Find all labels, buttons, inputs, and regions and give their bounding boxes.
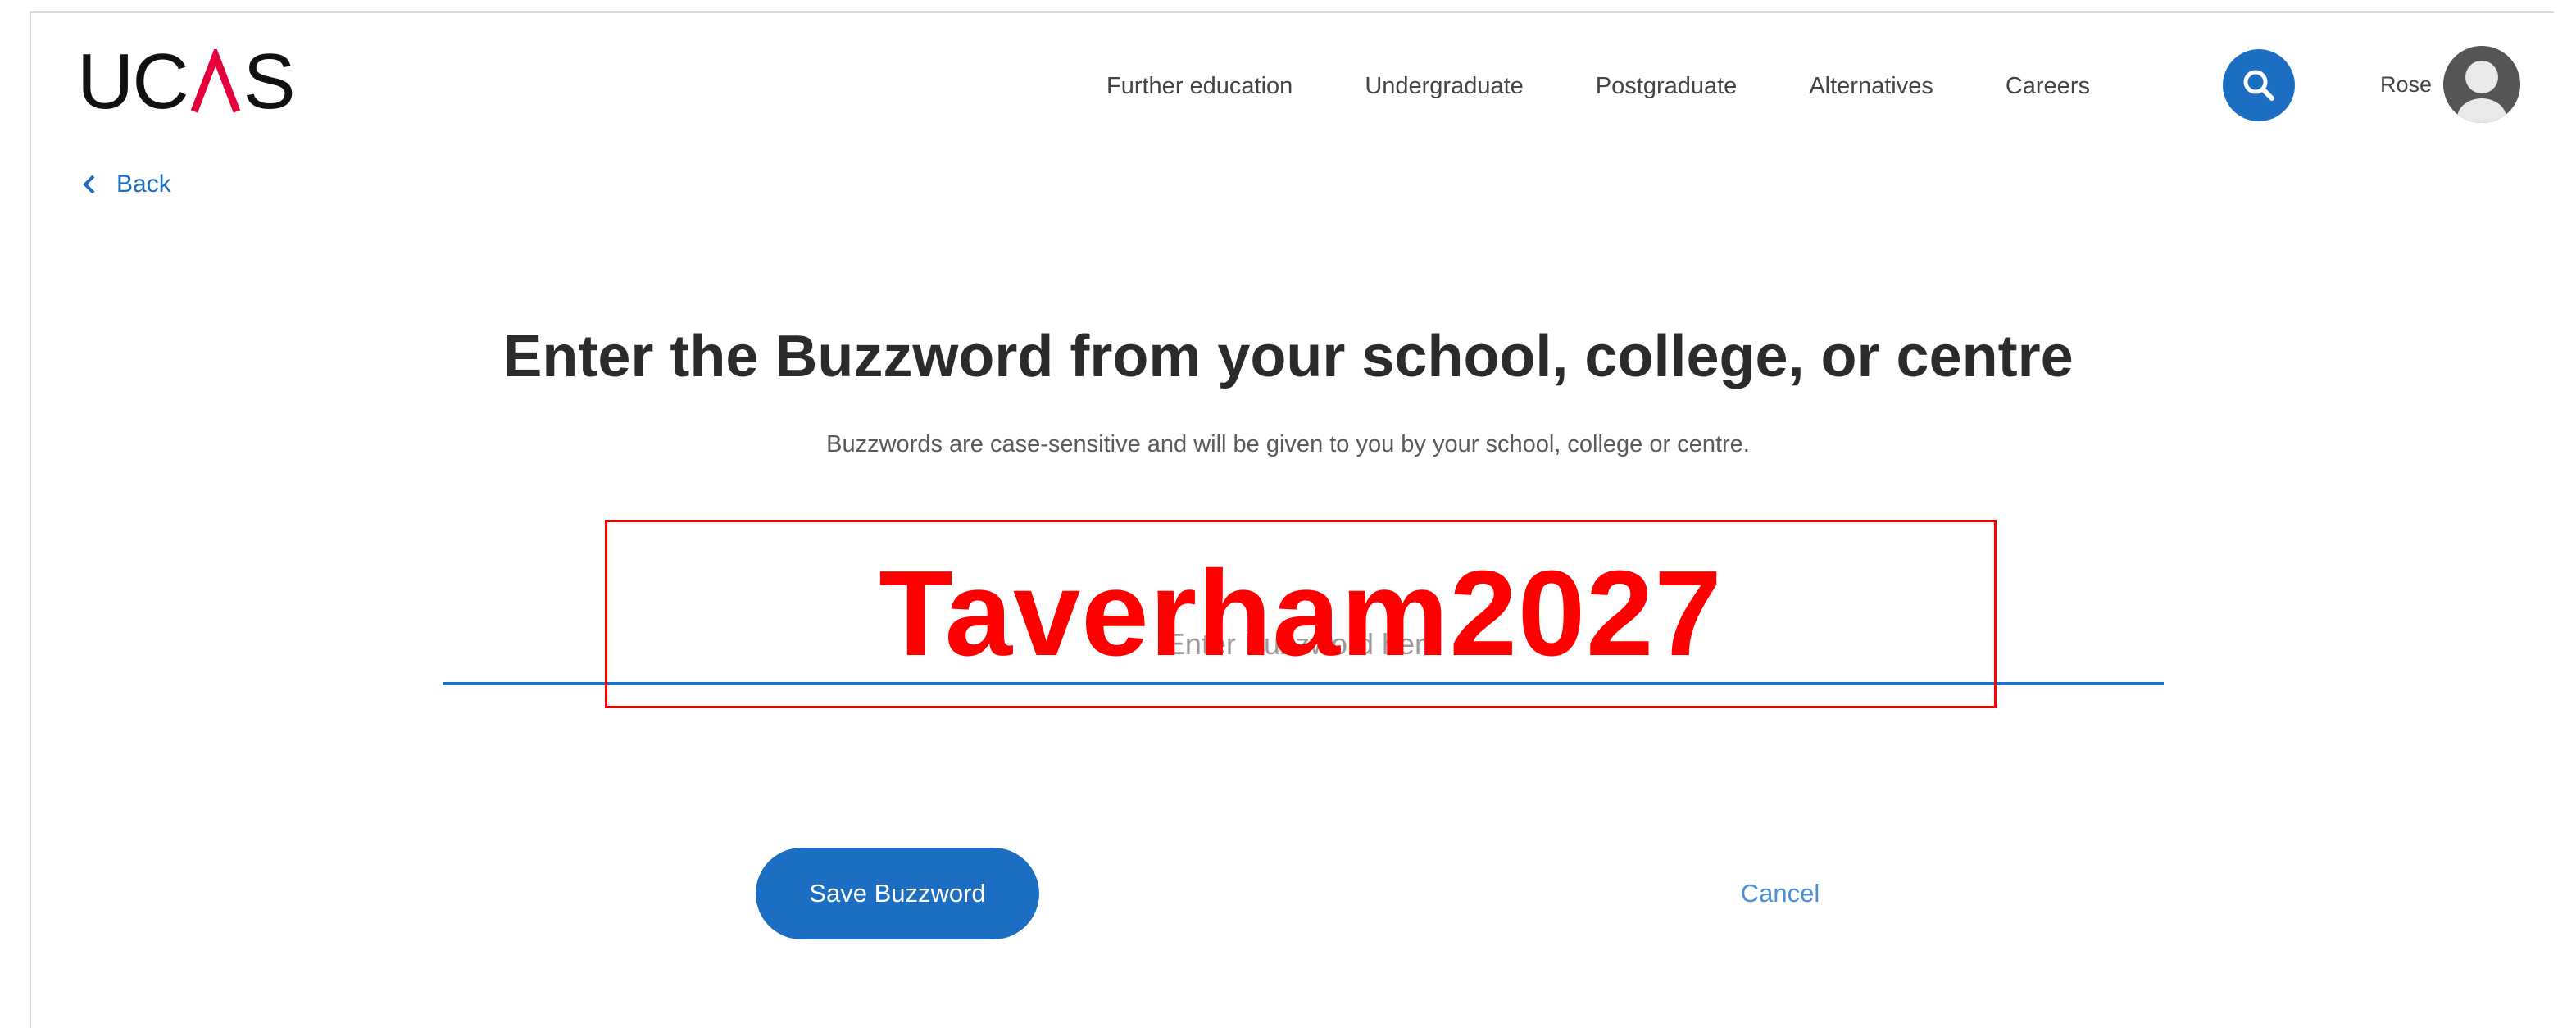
- user-name: Rose: [2380, 71, 2433, 97]
- nav-further-education[interactable]: Further education: [1106, 73, 1293, 100]
- back-link[interactable]: Back: [80, 171, 171, 198]
- cancel-button[interactable]: Cancel: [1690, 848, 1870, 939]
- nav-postgraduate[interactable]: Postgraduate: [1596, 73, 1738, 100]
- logo-text-left: UC: [77, 38, 189, 125]
- user-menu[interactable]: Rose: [2380, 46, 2521, 123]
- nav-alternatives[interactable]: Alternatives: [1809, 73, 1933, 100]
- search-button[interactable]: [2223, 49, 2295, 121]
- logo-text-right: S: [243, 38, 296, 125]
- buzzword-field: [443, 607, 2164, 689]
- page-subtitle: Buzzwords are case-sensitive and will be…: [826, 431, 1750, 457]
- ucas-logo[interactable]: UC S: [77, 38, 296, 126]
- buzzword-input[interactable]: [443, 607, 2164, 685]
- nav-undergraduate[interactable]: Undergraduate: [1365, 73, 1523, 100]
- page-frame: [30, 11, 2554, 1028]
- nav-careers[interactable]: Careers: [2006, 73, 2090, 100]
- logo-chevron-icon: [189, 49, 242, 115]
- chevron-left-icon: [83, 175, 95, 194]
- save-buzzword-button[interactable]: Save Buzzword: [756, 848, 1039, 939]
- user-avatar-icon: [2443, 46, 2521, 123]
- search-icon: [2243, 70, 2274, 101]
- page-title: Enter the Buzzword from your school, col…: [502, 324, 2074, 389]
- main-nav: Further education Undergraduate Postgrad…: [1106, 57, 2090, 115]
- back-label: Back: [116, 171, 171, 198]
